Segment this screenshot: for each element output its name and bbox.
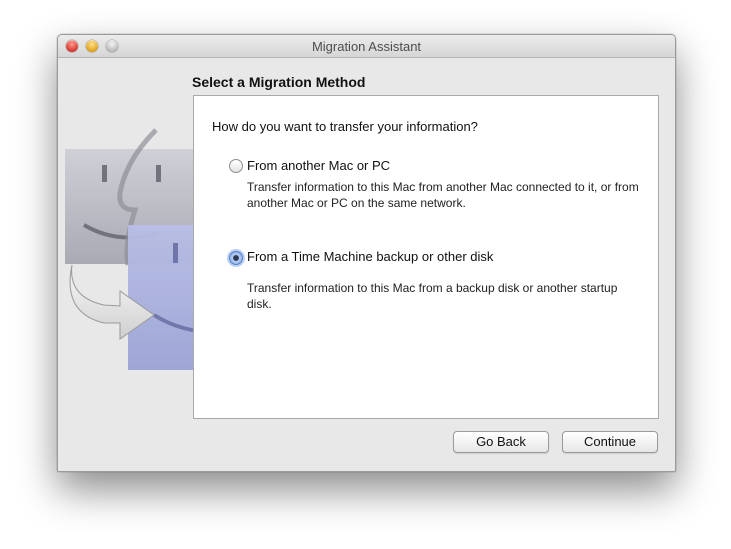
option-time-machine-label[interactable]: From a Time Machine backup or other disk (247, 249, 493, 264)
continue-button[interactable]: Continue (562, 431, 658, 453)
window-title: Migration Assistant (311, 39, 422, 54)
migration-arrow (69, 264, 155, 340)
option-time-machine-description: Transfer information to this Mac from a … (247, 281, 618, 311)
radio-time-machine[interactable] (229, 251, 243, 265)
method-panel: How do you want to transfer your informa… (193, 95, 659, 419)
option-another-mac-description: Transfer information to this Mac from an… (247, 180, 639, 210)
option-another-mac-label[interactable]: From another Mac or PC (247, 158, 390, 173)
go-back-button[interactable]: Go Back (453, 431, 549, 453)
source-finder-face (65, 128, 195, 266)
question-text: How do you want to transfer your informa… (212, 119, 478, 134)
title-bar[interactable]: Migration Assistant (58, 35, 675, 58)
page-title: Select a Migration Method (192, 74, 366, 90)
migration-assistant-window: Migration Assistant Select a Migration M… (57, 34, 676, 472)
radio-another-mac[interactable] (229, 159, 243, 173)
